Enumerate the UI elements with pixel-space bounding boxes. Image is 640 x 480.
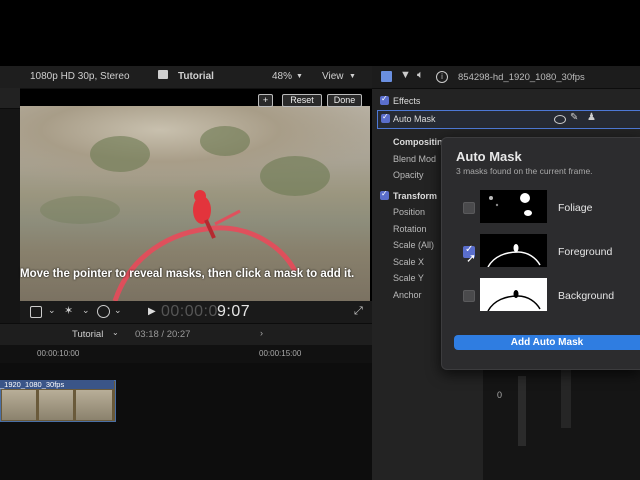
person-icon[interactable]: ♟ xyxy=(587,112,596,123)
automask-checkbox[interactable] xyxy=(381,112,390,123)
background-mask-shape xyxy=(487,290,541,311)
view-chevron-icon[interactable]: ▼ xyxy=(349,73,356,80)
play-icon[interactable]: ▶ xyxy=(148,306,156,317)
foliage-mask-shape xyxy=(489,193,532,216)
zoom-chevron-icon[interactable]: ▼ xyxy=(296,73,303,80)
crop-icon[interactable] xyxy=(30,306,42,318)
instruction-caption: Move the pointer to reveal masks, then c… xyxy=(20,268,355,280)
background-label[interactable]: Background xyxy=(558,290,614,302)
automask-effect-row[interactable]: Auto Mask ✎ ♟ xyxy=(377,110,640,129)
timecode: 9:07 xyxy=(217,303,251,320)
add-auto-mask-button[interactable]: Add Auto Mask xyxy=(454,335,640,350)
audio-icon[interactable]: 🔈︎ xyxy=(417,69,424,82)
transform-label: Transform xyxy=(393,191,438,201)
foreground-mask-shape xyxy=(487,244,541,267)
compositing-label: Compositin xyxy=(393,137,443,147)
browser-item[interactable] xyxy=(0,88,20,109)
transport-bar: ⌄ ✶ ⌄ ⌄ ▶ 00:00:0 9:07 ⤢ xyxy=(20,301,372,323)
info-icon[interactable]: i xyxy=(436,71,448,83)
clip-label: _1920_1080_30fps xyxy=(0,380,114,389)
clip-thumbnail xyxy=(2,390,36,420)
chevron-right-icon[interactable]: › xyxy=(260,328,263,338)
graph-area[interactable]: 0 xyxy=(483,368,640,480)
done-button[interactable]: Done xyxy=(327,94,362,107)
foreground-label[interactable]: Foreground xyxy=(558,246,612,258)
reset-button[interactable]: Reset xyxy=(282,94,322,107)
browser-strip xyxy=(0,88,20,323)
project-name: Tutorial xyxy=(178,71,214,82)
add-button[interactable]: + xyxy=(258,94,273,107)
ruler-mark: 00:00:10:00 xyxy=(37,349,80,358)
graph-axis-value: 0 xyxy=(497,390,503,400)
rotation-label: Rotation xyxy=(393,224,427,234)
popover-title: Auto Mask xyxy=(456,149,522,164)
effects-label: Effects xyxy=(393,96,421,106)
inspector-header: ▼ 🔈︎ i 854298-hd_1920_1080_30fps xyxy=(372,66,640,89)
transform-checkbox[interactable] xyxy=(380,189,389,200)
automask-label: Auto Mask xyxy=(393,114,436,124)
chevron-down-icon[interactable]: ⌄ xyxy=(82,305,90,316)
viewer-header: 1080p HD 30p, Stereo Tutorial 48% ▼ View… xyxy=(0,66,372,89)
chevron-down-icon[interactable]: ⌄ xyxy=(48,305,56,316)
anchor-label: Anchor xyxy=(393,290,422,300)
blend-mode-label: Blend Mod xyxy=(393,154,437,164)
filter-icon[interactable]: ▼ xyxy=(400,69,411,81)
top-bar xyxy=(0,0,640,60)
clapper-icon xyxy=(158,70,168,79)
graph-bar xyxy=(518,376,526,446)
foliage-mask-thumbnail[interactable] xyxy=(480,190,547,223)
chevron-down-icon[interactable]: ⌄ xyxy=(114,305,122,316)
bird-head xyxy=(194,190,206,202)
magic-wand-icon[interactable]: ✶ xyxy=(64,304,73,317)
scale-all-label: Scale (All) xyxy=(393,240,435,250)
video-inspector-icon[interactable] xyxy=(381,71,392,82)
ruler-mark: 00:00:15:00 xyxy=(259,349,302,358)
popover-subtitle: 3 masks found on the current frame. xyxy=(456,166,593,176)
foliage-checkbox[interactable] xyxy=(463,202,475,214)
position-label: Position xyxy=(393,207,426,217)
background-mask-thumbnail[interactable] xyxy=(480,278,547,311)
cursor-icon: ➚ xyxy=(466,251,477,265)
branch-shape xyxy=(112,225,298,301)
twig-shape xyxy=(214,209,241,226)
scale-y-label: Scale Y xyxy=(393,273,424,283)
speed-icon[interactable] xyxy=(97,305,110,318)
eyedropper-icon[interactable]: ✎ xyxy=(570,112,578,123)
timecode-dim: 00:00:0 xyxy=(161,303,218,320)
format-label: 1080p HD 30p, Stereo xyxy=(30,71,130,82)
timeline-project[interactable]: Tutorial xyxy=(72,329,103,340)
graph-bar xyxy=(561,368,571,428)
fullscreen-icon[interactable]: ⤢ xyxy=(354,305,363,318)
effects-checkbox[interactable] xyxy=(380,94,389,105)
foliage-label[interactable]: Foliage xyxy=(558,202,592,214)
opacity-label: Opacity xyxy=(393,170,424,180)
clip-thumbnail xyxy=(76,390,112,420)
zoom-menu[interactable]: 48% xyxy=(272,71,292,82)
chevron-down-icon[interactable]: ⌄ xyxy=(112,328,119,337)
ellipse-mask-icon[interactable] xyxy=(554,115,566,124)
view-menu[interactable]: View xyxy=(322,71,344,82)
timeline-position: 03:18 / 20:27 xyxy=(135,329,191,340)
scale-x-label: Scale X xyxy=(393,257,425,267)
clip-thumbnail xyxy=(39,390,73,420)
clip-name: 854298-hd_1920_1080_30fps xyxy=(458,72,585,83)
background-checkbox[interactable] xyxy=(463,290,475,302)
foreground-mask-thumbnail[interactable] xyxy=(480,234,547,267)
